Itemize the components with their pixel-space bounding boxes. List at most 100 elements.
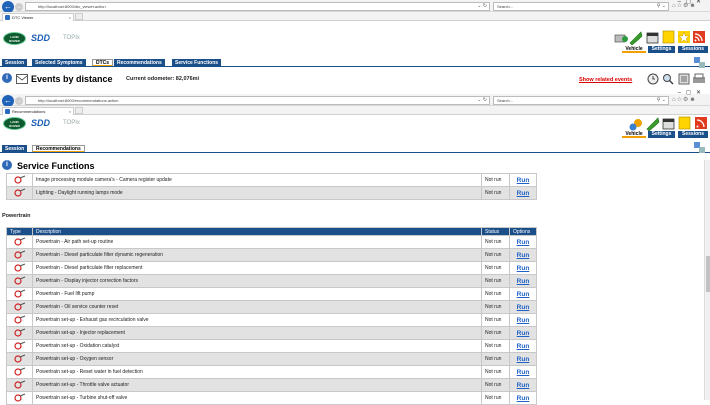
browser-address-bar: ← → http://localhost:8000/dtc_viewer.act… (0, 0, 710, 13)
search-icon[interactable]: ⚲ ⌄ (657, 97, 666, 104)
browser-tab-dtc-viewer[interactable]: DTC Viewer × (2, 13, 74, 21)
favicon-icon (5, 109, 10, 114)
row-status: Not run (481, 274, 510, 288)
run-button[interactable]: Run (517, 265, 530, 272)
table-row: Powertrain - Diesel particulate filter r… (6, 261, 537, 275)
run-button[interactable]: Run (517, 239, 530, 246)
forward-arrow-icon[interactable]: → (15, 3, 23, 11)
header-status: Status (481, 227, 510, 236)
table-header-row: Type Description Status Options (6, 227, 537, 236)
row-description: Powertrain set-up - Oxidation catalyst (32, 339, 482, 353)
run-button[interactable]: Run (517, 356, 530, 363)
search-input[interactable]: Search... ⚲ ⌄ (493, 2, 669, 11)
service-tool-icon (6, 287, 33, 301)
search-placeholder: Search... (497, 98, 514, 103)
run-button[interactable]: Run (517, 369, 530, 376)
header-type: Type (6, 227, 33, 236)
run-button[interactable]: Run (517, 252, 530, 259)
green-tool-icon[interactable] (628, 30, 644, 46)
list-icon[interactable] (678, 73, 690, 87)
service-tool-icon (6, 391, 33, 405)
table-row: Lighting - Daylight running lamps mode N… (6, 186, 537, 200)
info-icon: i (2, 160, 12, 170)
service-tool-icon (6, 378, 33, 392)
search-input[interactable]: Search... ⚲ ⌄ (493, 96, 669, 105)
service-tool-icon (6, 352, 33, 366)
new-tab-button[interactable] (75, 13, 83, 20)
current-odometer: Current odometer: 82,076mi (126, 76, 200, 82)
rss-feed-icon[interactable] (694, 116, 710, 132)
folder-note-icon (16, 74, 28, 86)
topix-label: TOPIx (63, 120, 80, 126)
notes-icon[interactable] (662, 30, 678, 46)
table-row: Powertrain set-up - Reset water in fuel … (6, 365, 537, 379)
browser-tab-recommendations[interactable]: Recommendations × (2, 107, 74, 115)
run-button[interactable]: Run (517, 382, 530, 389)
service-tool-icon (6, 313, 33, 327)
run-button[interactable]: Run (517, 343, 530, 350)
sessions-tab[interactable]: Sessions (678, 131, 708, 138)
table-row: Powertrain set-up - Throttle valve actua… (6, 378, 537, 392)
run-button[interactable]: Run (517, 177, 530, 184)
search-icon[interactable]: ⚲ ⌄ (657, 3, 666, 10)
row-status: Not run (481, 365, 510, 379)
vertical-scrollbar[interactable] (704, 160, 710, 400)
show-related-events-link[interactable]: Show related events (579, 77, 632, 83)
window-controls[interactable]: –◻✕ (678, 89, 706, 96)
close-tab-icon[interactable]: × (69, 14, 71, 21)
window-controls[interactable]: –◻✕ (678, 0, 706, 5)
print-icon[interactable] (692, 73, 706, 87)
run-button[interactable]: Run (517, 304, 530, 311)
powertrain-table: Type Description Status Options Powertra… (6, 227, 537, 405)
row-description: Powertrain - Fuel lift pump (32, 287, 482, 301)
table-row: Powertrain - Air path set-up routine Not … (6, 235, 537, 249)
scrollbar-thumb[interactable] (706, 256, 710, 292)
service-tool-icon (6, 186, 33, 200)
browser-home-star-gear-icons[interactable]: ⌂☆⚙☻ (672, 96, 697, 103)
forward-arrow-icon[interactable]: → (15, 97, 23, 105)
settings-tab[interactable]: Settings (648, 131, 675, 138)
star-icon[interactable] (677, 30, 693, 46)
table-row: Powertrain set-up - Injector replacement… (6, 326, 537, 340)
new-tab-button[interactable] (75, 107, 83, 114)
table-row: Powertrain - Fuel lift pump Not run Run (6, 287, 537, 301)
tab-title: DTC Viewer (12, 15, 34, 20)
connection-status-icon[interactable] (694, 142, 705, 153)
run-button[interactable]: Run (517, 317, 530, 324)
settings-tab[interactable]: Settings (648, 46, 675, 53)
connection-status-icon[interactable] (694, 57, 705, 68)
clock-icon[interactable] (647, 73, 659, 87)
row-status: Not run (481, 326, 510, 340)
sessions-tab[interactable]: Sessions (678, 46, 708, 53)
favicon-icon (5, 15, 10, 20)
run-button[interactable]: Run (517, 330, 530, 337)
row-description: Powertrain - Oil service counter reset (32, 300, 482, 314)
table-row: Image processing module camera's - Camer… (6, 173, 537, 187)
row-status: Not run (481, 287, 510, 301)
vehicle-tab[interactable]: Vehicle (622, 46, 646, 53)
refresh-icon[interactable]: ⌄ ↻ (477, 97, 487, 104)
url-field[interactable]: http://localhost:8000/dtc_viewer.action ⌄… (25, 2, 490, 11)
row-description: Powertrain - Air path set-up routine (32, 235, 482, 249)
close-tab-icon[interactable]: × (69, 108, 71, 115)
green-tool-icon[interactable] (645, 116, 661, 132)
table-row: Powertrain - Oil service counter reset No… (6, 300, 537, 314)
magnifier-icon[interactable] (662, 73, 674, 87)
row-status: Not run (481, 352, 510, 366)
run-button[interactable]: Run (517, 291, 530, 298)
refresh-icon[interactable]: ⌄ ↻ (477, 3, 487, 10)
run-button[interactable]: Run (517, 190, 530, 197)
url-field[interactable]: http://localhost:8000/recommendations.ac… (25, 96, 490, 105)
browser-tab-row: Recommendations × (0, 106, 710, 115)
notes-icon[interactable] (678, 116, 694, 132)
service-tool-icon (6, 261, 33, 275)
rss-feed-icon[interactable] (692, 30, 708, 46)
calendar-icon[interactable] (646, 31, 662, 47)
run-button[interactable]: Run (517, 278, 530, 285)
run-button[interactable]: Run (517, 395, 530, 402)
row-description: Lighting - Daylight running lamps mode (32, 186, 482, 200)
service-tool-icon (6, 173, 33, 187)
row-status: Not run (481, 378, 510, 392)
row-status: Not run (481, 300, 510, 314)
vehicle-tab[interactable]: Vehicle (622, 131, 646, 138)
